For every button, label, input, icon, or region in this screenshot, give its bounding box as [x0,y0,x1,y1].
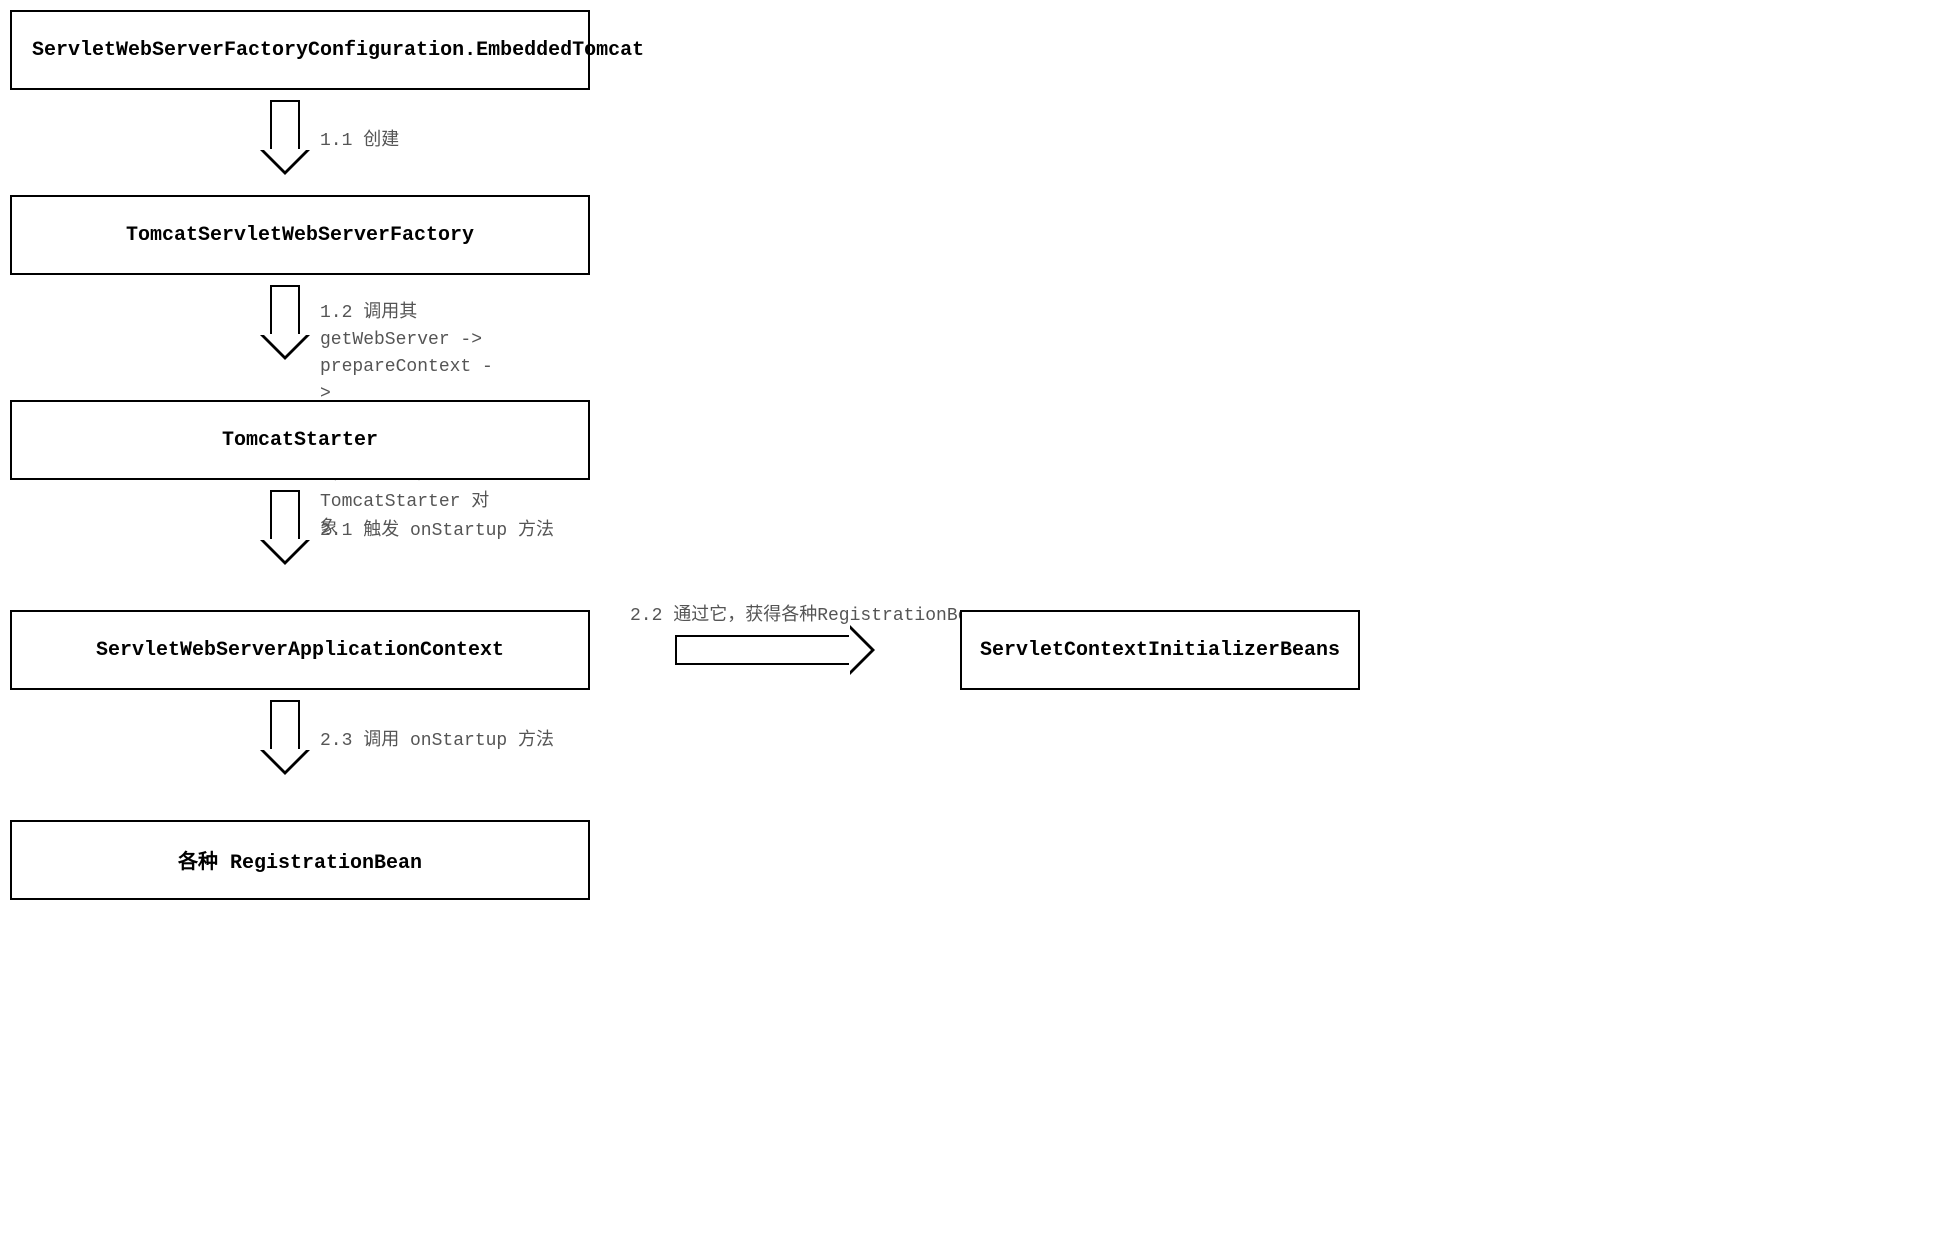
arrow-down-icon [270,490,300,565]
arrow-right-icon [675,635,875,665]
box-app-context: ServletWebServerApplicationContext [10,610,590,690]
box-registration-bean: 各种 RegistrationBean [10,820,590,900]
arrow-label: 1.1 创建 [320,125,399,151]
box-label: ServletWebServerApplicationContext [96,639,504,662]
box-label: TomcatStarter [222,429,378,452]
arrow-label: 2.3 调用 onStartup 方法 [320,725,554,751]
arrow-down-icon [270,700,300,775]
arrow-1-1: 1.1 创建 [270,100,300,175]
arrow-2-3: 2.3 调用 onStartup 方法 [270,700,300,775]
arrow-down-icon [270,285,300,360]
box-label: 各种 RegistrationBean [178,845,422,875]
arrow-down-icon [270,100,300,175]
arrow-2-2: 2.2 通过它，获得各种RegistrationBean [675,635,875,665]
box-tomcat-factory: TomcatServletWebServerFactory [10,195,590,275]
box-label: ServletContextInitializerBeans [980,639,1340,662]
box-label: TomcatServletWebServerFactory [126,224,474,247]
box-label: ServletWebServerFactoryConfiguration.Emb… [32,39,644,62]
arrow-label: 2.1 触发 onStartup 方法 [320,515,554,541]
arrow-2-1: 2.1 触发 onStartup 方法 [270,490,300,565]
arrow-label: 2.2 通过它，获得各种RegistrationBean [630,600,990,626]
box-embedded-tomcat: ServletWebServerFactoryConfiguration.Emb… [10,10,590,90]
arrow-1-2: 1.2 调用其 getWebServer -> prepareContext -… [270,285,300,360]
box-initializer-beans: ServletContextInitializerBeans [960,610,1360,690]
box-tomcat-starter: TomcatStarter [10,400,590,480]
